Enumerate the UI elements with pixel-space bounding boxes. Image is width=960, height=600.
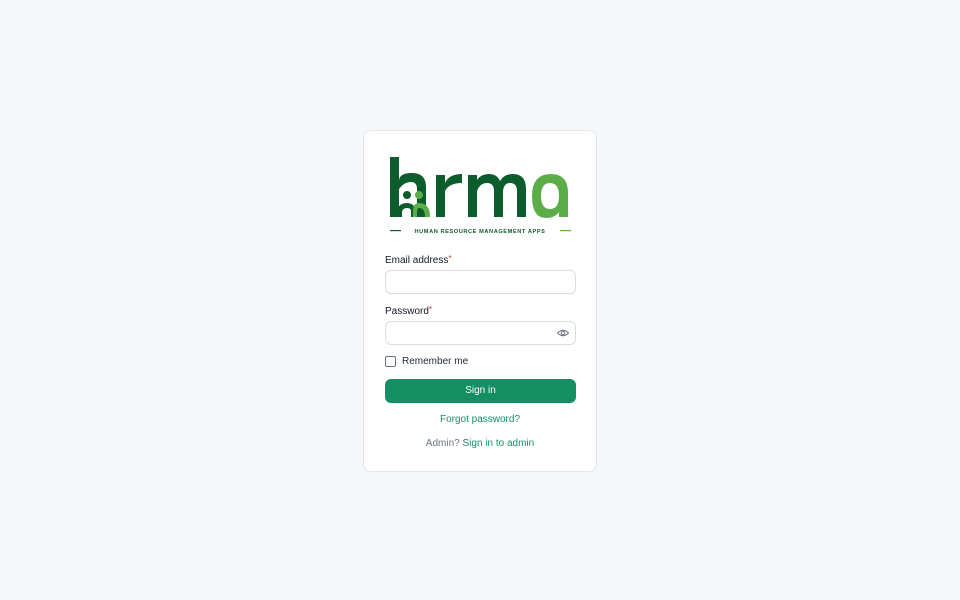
email-label: Email address* xyxy=(385,254,452,267)
password-label: Password* xyxy=(385,305,433,318)
brand-tagline: HUMAN RESOURCE MANAGEMENT APPS xyxy=(415,229,546,235)
admin-signin-line: Admin? Sign in to admin xyxy=(364,438,596,449)
required-marker: * xyxy=(448,254,452,263)
remember-me-checkbox[interactable] xyxy=(385,356,396,367)
password-field[interactable] xyxy=(385,321,576,345)
sign-in-button[interactable]: Sign in xyxy=(385,379,576,403)
hrma-logo-image: HUMAN RESOURCE MANAGEMENT APPS xyxy=(390,157,571,235)
admin-prefix-text: Admin? xyxy=(425,438,460,449)
remember-me-row[interactable]: Remember me xyxy=(385,356,468,367)
password-label-text: Password xyxy=(385,306,429,317)
email-field[interactable] xyxy=(385,270,576,294)
eye-icon[interactable] xyxy=(556,326,570,340)
forgot-password-link[interactable]: Forgot password? xyxy=(364,414,596,425)
login-card: HUMAN RESOURCE MANAGEMENT APPS Email add… xyxy=(363,130,597,472)
email-label-text: Email address xyxy=(385,255,449,266)
brand-logo: HUMAN RESOURCE MANAGEMENT APPS xyxy=(388,153,574,237)
admin-signin-link[interactable]: Sign in to admin xyxy=(462,438,534,449)
required-marker: * xyxy=(428,305,433,314)
remember-me-label: Remember me xyxy=(402,356,469,367)
